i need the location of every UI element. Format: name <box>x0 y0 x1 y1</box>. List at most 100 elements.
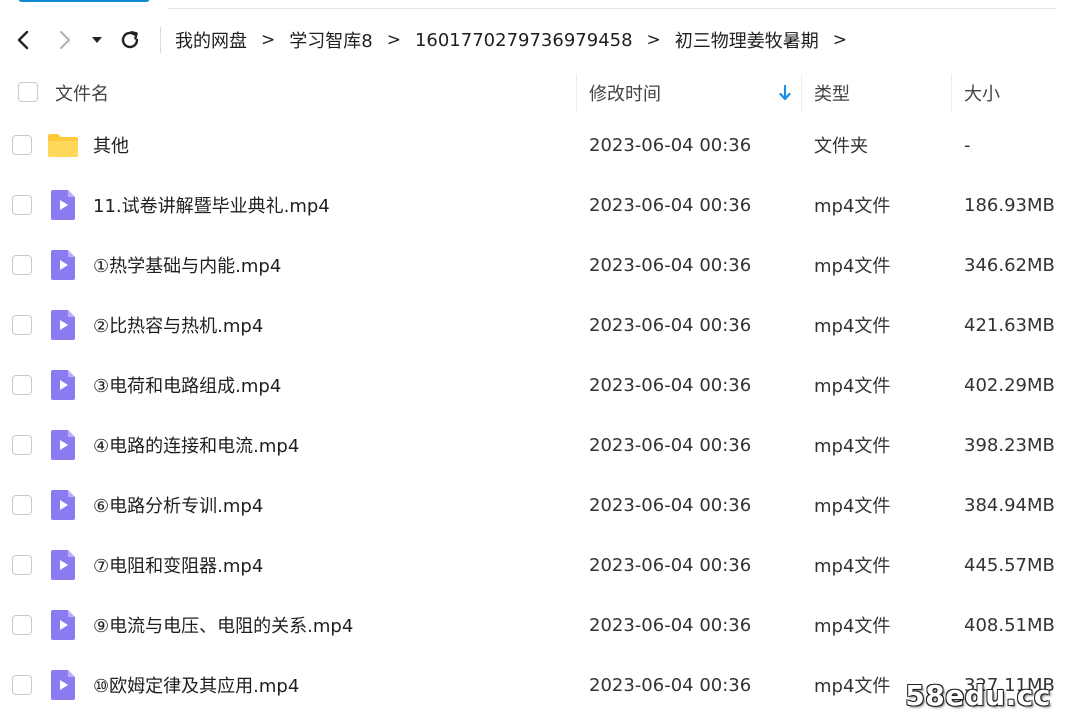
file-row[interactable]: ⑨电流与电压、电阻的关系.mp4 2023-06-04 00:36 mp4文件 … <box>0 595 1065 655</box>
forward-button[interactable] <box>44 20 84 60</box>
file-row[interactable]: ①热学基础与内能.mp4 2023-06-04 00:36 mp4文件 346.… <box>0 235 1065 295</box>
file-name[interactable]: 11.试卷讲解暨毕业典礼.mp4 <box>93 175 330 235</box>
row-checkbox[interactable] <box>12 495 32 515</box>
file-modified-time: 2023-06-04 00:36 <box>589 434 752 456</box>
file-type: mp4文件 <box>814 556 891 577</box>
column-divider[interactable] <box>576 74 577 112</box>
file-name[interactable]: ③电荷和电路组成.mp4 <box>93 355 281 415</box>
file-type: mp4文件 <box>814 436 891 457</box>
video-file-icon <box>49 249 77 286</box>
file-type: 文件夹 <box>814 136 868 157</box>
row-checkbox[interactable] <box>12 135 32 155</box>
file-name[interactable]: ①热学基础与内能.mp4 <box>93 235 281 295</box>
back-arrow-icon <box>17 30 29 50</box>
file-name[interactable]: ⑦电阻和变阻器.mp4 <box>93 535 263 595</box>
file-modified-time: 2023-06-04 00:36 <box>589 134 752 156</box>
file-name[interactable]: ⑥电路分析专训.mp4 <box>93 475 263 535</box>
row-checkbox[interactable] <box>12 675 32 695</box>
file-name[interactable]: ④电路的连接和电流.mp4 <box>93 415 299 475</box>
file-name[interactable]: ⑩欧姆定律及其应用.mp4 <box>93 655 299 715</box>
file-name[interactable]: 其他 <box>93 115 129 175</box>
file-type: mp4文件 <box>814 376 891 397</box>
file-row[interactable]: 11.试卷讲解暨毕业典礼.mp4 2023-06-04 00:36 mp4文件 … <box>0 175 1065 235</box>
toolbar-action-button-edge[interactable] <box>18 0 150 2</box>
row-checkbox[interactable] <box>12 435 32 455</box>
folder-icon <box>47 132 79 163</box>
video-file-icon <box>49 549 77 586</box>
breadcrumb-separator: > <box>261 30 276 50</box>
breadcrumb-separator: > <box>386 30 401 50</box>
video-file-icon <box>49 369 77 406</box>
video-file-icon <box>49 669 77 706</box>
refresh-icon <box>121 31 139 49</box>
file-type: mp4文件 <box>814 616 891 637</box>
file-size: 384.94MB <box>964 494 1055 516</box>
select-all-checkbox[interactable] <box>18 82 38 102</box>
breadcrumb: 我的网盘 > 学习智库8 > 1601770279736979458 > 初三物… <box>175 27 861 53</box>
row-checkbox[interactable] <box>12 315 32 335</box>
video-file-icon <box>49 489 77 526</box>
file-size: 408.51MB <box>964 614 1055 636</box>
breadcrumb-item-current[interactable]: 初三物理姜牧暑期 <box>675 27 819 53</box>
file-type: mp4文件 <box>814 256 891 277</box>
refresh-button[interactable] <box>110 20 150 60</box>
video-file-icon <box>49 189 77 226</box>
nav-divider <box>160 27 161 53</box>
history-dropdown-icon <box>92 37 102 43</box>
history-dropdown-button[interactable] <box>84 20 110 60</box>
watermark: 58edu.cc <box>905 679 1051 712</box>
row-checkbox[interactable] <box>12 255 32 275</box>
forward-arrow-icon <box>59 30 71 50</box>
top-toolbar-edge <box>0 0 1065 10</box>
column-header-type[interactable]: 类型 <box>814 70 850 116</box>
file-size: 186.93MB <box>964 194 1055 216</box>
file-modified-time: 2023-06-04 00:36 <box>589 374 752 396</box>
video-file-icon <box>49 309 77 346</box>
breadcrumb-item-root[interactable]: 我的网盘 <box>175 27 247 53</box>
file-size: 421.63MB <box>964 314 1055 336</box>
column-header-name[interactable]: 文件名 <box>55 70 109 116</box>
file-row[interactable]: ⑥电路分析专训.mp4 2023-06-04 00:36 mp4文件 384.9… <box>0 475 1065 535</box>
file-row[interactable]: ⑦电阻和变阻器.mp4 2023-06-04 00:36 mp4文件 445.5… <box>0 535 1065 595</box>
file-name[interactable]: ②比热容与热机.mp4 <box>93 295 263 355</box>
file-modified-time: 2023-06-04 00:36 <box>589 674 752 696</box>
file-modified-time: 2023-06-04 00:36 <box>589 554 752 576</box>
column-header-size[interactable]: 大小 <box>964 70 1000 116</box>
video-file-icon <box>49 609 77 646</box>
file-list-header: 文件名 修改时间 类型 大小 <box>0 70 1065 116</box>
back-button[interactable] <box>4 20 44 60</box>
row-checkbox[interactable] <box>12 375 32 395</box>
file-row[interactable]: ③电荷和电路组成.mp4 2023-06-04 00:36 mp4文件 402.… <box>0 355 1065 415</box>
column-divider[interactable] <box>951 74 952 112</box>
file-size: - <box>964 134 971 156</box>
breadcrumb-item[interactable]: 学习智库8 <box>289 27 372 53</box>
file-size: 445.57MB <box>964 554 1055 576</box>
breadcrumb-item[interactable]: 1601770279736979458 <box>415 30 633 51</box>
file-modified-time: 2023-06-04 00:36 <box>589 614 752 636</box>
column-header-modified[interactable]: 修改时间 <box>589 70 661 116</box>
file-modified-time: 2023-06-04 00:36 <box>589 254 752 276</box>
file-row[interactable]: ②比热容与热机.mp4 2023-06-04 00:36 mp4文件 421.6… <box>0 295 1065 355</box>
row-checkbox[interactable] <box>12 555 32 575</box>
toolbar-divider <box>168 8 1057 9</box>
navigation-bar: 我的网盘 > 学习智库8 > 1601770279736979458 > 初三物… <box>0 14 1065 66</box>
row-checkbox[interactable] <box>12 615 32 635</box>
file-type: mp4文件 <box>814 196 891 217</box>
file-size: 402.29MB <box>964 374 1055 396</box>
file-modified-time: 2023-06-04 00:36 <box>589 494 752 516</box>
file-type: mp4文件 <box>814 676 891 697</box>
file-row[interactable]: ④电路的连接和电流.mp4 2023-06-04 00:36 mp4文件 398… <box>0 415 1065 475</box>
video-file-icon <box>49 429 77 466</box>
file-name[interactable]: ⑨电流与电压、电阻的关系.mp4 <box>93 595 353 655</box>
file-modified-time: 2023-06-04 00:36 <box>589 314 752 336</box>
file-type: mp4文件 <box>814 496 891 517</box>
sort-button[interactable] <box>778 70 792 116</box>
file-row[interactable]: 其他 2023-06-04 00:36 文件夹 - <box>0 115 1065 175</box>
file-type: mp4文件 <box>814 316 891 337</box>
file-modified-time: 2023-06-04 00:36 <box>589 194 752 216</box>
row-checkbox[interactable] <box>12 195 32 215</box>
breadcrumb-separator: > <box>646 30 661 50</box>
column-divider[interactable] <box>801 74 802 112</box>
file-size: 398.23MB <box>964 434 1055 456</box>
file-size: 346.62MB <box>964 254 1055 276</box>
